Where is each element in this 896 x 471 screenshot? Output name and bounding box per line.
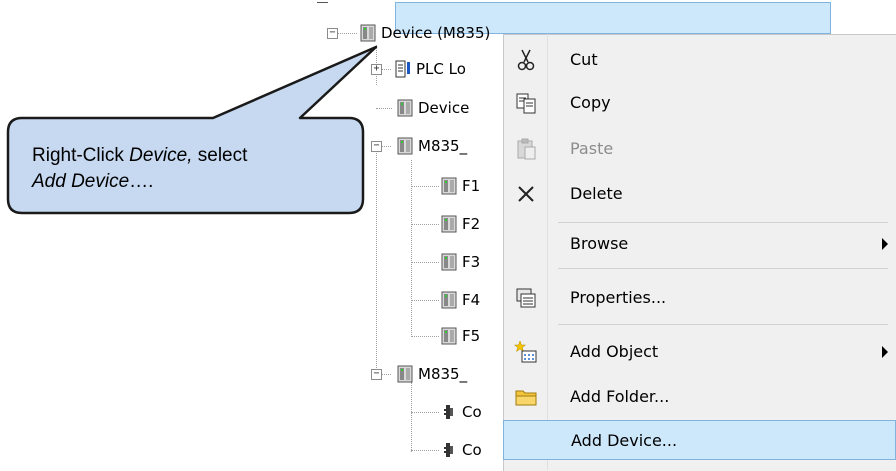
tree-top-tick [317, 2, 328, 3]
menu-item-label: Add Folder... [570, 387, 670, 406]
menu-item-label: Add Device... [571, 431, 678, 450]
plc-logic-icon [395, 60, 410, 78]
menu-item-browse[interactable]: Browse [503, 224, 896, 264]
add-object-icon [514, 340, 537, 363]
tree-item[interactable]: Co [441, 401, 482, 423]
menu-item-label: Paste [570, 139, 614, 158]
connector-icon [444, 443, 453, 457]
tree-item[interactable]: F4 [441, 289, 480, 311]
copy-icon [516, 93, 536, 114]
device-icon [441, 177, 457, 195]
tree-item-label: Co [462, 403, 482, 421]
collapse-toggle[interactable]: − [327, 28, 338, 39]
tree-item-label: Device [418, 99, 470, 117]
menu-item-add-folder[interactable]: Add Folder... [503, 377, 896, 417]
tree-item-label: F1 [462, 177, 481, 195]
tree-item[interactable]: F2 [441, 213, 480, 235]
callout-line-2: Add Device…. [32, 171, 154, 192]
tree-line [411, 336, 439, 337]
tree-item[interactable]: Device [397, 97, 469, 119]
tree-item-label: F3 [462, 253, 481, 271]
tree-line [381, 146, 391, 147]
tree-item[interactable]: F5 [441, 325, 480, 347]
tree-line [381, 69, 391, 70]
tree-line [411, 450, 439, 451]
submenu-arrow-icon [882, 346, 888, 358]
device-icon [441, 327, 457, 345]
tree-line [411, 262, 439, 263]
menu-item-paste[interactable]: Paste [503, 129, 896, 169]
connector-icon [444, 405, 453, 419]
device-icon [360, 24, 376, 42]
tree-item-label: M835_ [418, 137, 468, 155]
device-icon [441, 215, 457, 233]
menu-item-add-device[interactable]: Add Device... [503, 420, 896, 460]
menu-item-delete[interactable]: Delete [503, 174, 896, 214]
callout-line-1: Right-Click Device, select [32, 145, 248, 166]
tree-item[interactable]: F1 [441, 175, 480, 197]
tree-line [411, 412, 439, 413]
tree-line [337, 33, 357, 34]
folder-icon [515, 390, 537, 406]
menu-item-cut[interactable]: Cut [503, 40, 896, 80]
device-icon [441, 291, 457, 309]
menu-separator [558, 324, 888, 325]
device-icon [397, 99, 413, 117]
tree-line [411, 224, 439, 225]
tree-item-label: PLC Lo [416, 60, 466, 78]
properties-icon [516, 288, 536, 308]
tree-item[interactable]: Co [441, 439, 482, 461]
menu-item-label: Copy [570, 93, 611, 112]
menu-item-label: Browse [570, 234, 629, 253]
menu-item-properties[interactable]: Properties... [503, 278, 896, 318]
tree-item[interactable]: M835_ [397, 135, 467, 157]
menu-separator [558, 268, 888, 269]
menu-item-add-object[interactable]: Add Object [503, 332, 896, 372]
tree-item-label: F4 [462, 291, 481, 309]
tree-item-root[interactable]: Device (M835) [360, 22, 490, 44]
tree-line [411, 300, 439, 301]
device-icon [397, 365, 413, 383]
tree-item-label: M835_ [418, 365, 468, 383]
callout-text: Right-Click Device, select Add Device…. [32, 143, 352, 195]
scissors-icon [517, 49, 535, 71]
device-icon [441, 253, 457, 271]
delete-x-icon [518, 186, 534, 202]
tree-item[interactable]: F3 [441, 251, 480, 273]
tree-line [411, 186, 439, 187]
menu-item-label: Add Object [570, 342, 659, 361]
tree-item-label: Co [462, 441, 482, 459]
submenu-arrow-icon [882, 238, 888, 250]
collapse-toggle[interactable]: − [371, 141, 382, 152]
tree-line [381, 374, 391, 375]
menu-item-label: Properties... [570, 288, 667, 307]
tree-line [411, 382, 412, 452]
tree-line [376, 108, 392, 109]
menu-item-label: Delete [570, 184, 623, 203]
menu-separator [558, 222, 888, 223]
tree-item-label: F2 [462, 215, 481, 233]
expand-toggle[interactable]: + [371, 64, 382, 75]
tree-item[interactable]: M835_ [397, 363, 467, 385]
paste-icon [517, 138, 536, 160]
menu-item-label: Cut [570, 50, 598, 69]
menu-item-copy[interactable]: Copy [503, 83, 896, 123]
tree-item-label: F5 [462, 327, 481, 345]
tree-item[interactable]: PLC Lo [395, 58, 466, 80]
collapse-toggle[interactable]: − [371, 369, 382, 380]
device-icon [397, 137, 413, 155]
tree-item-label: Device (M835) [381, 24, 491, 42]
tree-line [376, 150, 377, 370]
